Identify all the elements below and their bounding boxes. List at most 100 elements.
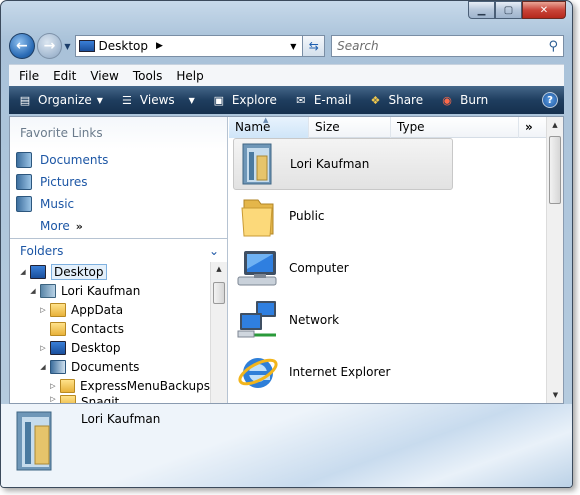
internet-explorer-icon [235,349,281,395]
address-bar[interactable]: Desktop ▶ ▼ [74,35,304,57]
burn-icon: ◉ [442,93,452,107]
tree-node-label: Desktop [71,340,121,355]
favorite-link-music[interactable]: Music [10,193,227,215]
expander-icon[interactable]: ▷ [48,382,58,390]
file-item[interactable]: Public [229,190,563,242]
share-button[interactable]: ❖ Share [367,93,424,107]
explore-icon: ▣ [213,93,225,107]
tree-node[interactable]: ▷ AppData [10,300,210,319]
expander-icon[interactable]: ▷ [38,344,48,352]
computer-icon [235,245,281,291]
menu-edit[interactable]: Edit [53,69,76,83]
tree-node[interactable]: ▷ Snagit [10,395,210,403]
recent-pages-dropdown-icon[interactable]: ▼ [64,42,70,51]
expander-icon[interactable]: ◢ [38,363,48,371]
folders-header[interactable]: Folders ⌄ [10,238,227,262]
favorite-link-more[interactable]: More » [10,215,227,237]
file-item[interactable]: Lori Kaufman [233,138,453,190]
desktop-icon [50,340,66,355]
maximize-button[interactable]: ▢ [495,1,522,19]
email-button[interactable]: ✉ E-mail [293,93,352,107]
column-header-size[interactable]: Size [309,116,391,138]
search-icon[interactable]: ⚲ [548,39,558,54]
refresh-button[interactable]: ⇆ [303,35,326,57]
file-item-label: Lori Kaufman [290,157,370,171]
views-button[interactable]: ☰ Views ▼ [119,93,195,107]
tree-node-label: AppData [71,302,124,317]
tree-node[interactable]: ◢ Lori Kaufman [10,281,210,300]
music-icon [16,196,32,212]
explore-label: Explore [231,93,277,107]
forward-button[interactable]: → [36,33,63,59]
scroll-down-icon[interactable]: ▼ [547,387,564,403]
favorite-link-label: Pictures [40,175,88,189]
scrollbar-thumb[interactable] [213,282,225,304]
file-item[interactable]: Internet Explorer [229,346,563,398]
favorite-link-pictures[interactable]: Pictures [10,171,227,193]
expander-icon[interactable]: ▷ [48,395,58,403]
expander-icon[interactable]: ▷ [38,306,48,314]
favorite-links-header: Favorite Links [10,117,227,149]
details-pane: Lori Kaufman [1,404,572,487]
search-input[interactable]: Search [337,39,379,53]
back-button[interactable]: ← [9,33,35,59]
folders-label: Folders [20,243,64,258]
organize-button[interactable]: ▤ Organize ▼ [17,93,103,107]
tree-node[interactable]: ▷ Desktop [10,338,210,357]
user-folder-icon [40,283,56,298]
chevron-down-icon: ⌄ [208,243,219,258]
file-list-pane: ▲ Name Size Type » Lori Kaufman Public C… [229,116,563,403]
menu-help[interactable]: Help [176,69,203,83]
favorite-link-label: More [40,219,70,233]
command-bar: ▤ Organize ▼ ☰ Views ▼ ▣ Explore ✉ E-mai… [9,86,564,114]
more-columns-button[interactable]: » [519,117,533,138]
column-header-name[interactable]: ▲ Name [229,116,309,138]
address-location[interactable]: Desktop [99,39,149,53]
menu-tools[interactable]: Tools [133,69,163,83]
favorite-link-label: Documents [40,153,109,167]
column-header-label: Size [315,120,340,134]
burn-button[interactable]: ◉ Burn [439,93,488,107]
minimize-button[interactable]: ▁ [468,1,495,19]
file-items: Lori Kaufman Public Computer Network Int… [229,138,563,398]
contacts-folder-icon [50,321,66,336]
caption-buttons: ▁ ▢ ✕ [468,1,566,19]
favorite-link-documents[interactable]: Documents [10,149,227,171]
explorer-window: ▁ ▢ ✕ ← → ▼ Desktop ▶ ▼ ⇆ Search ⚲ File … [0,0,573,488]
menu-bar: File Edit View Tools Help [9,64,564,86]
folder-tree-scrollbar[interactable]: ▲ [210,262,227,403]
email-icon: ✉ [296,93,306,107]
desktop-icon [78,40,95,52]
email-label: E-mail [313,93,352,107]
search-box[interactable]: Search ⚲ [331,35,564,57]
help-button[interactable]: ? [542,92,558,108]
close-button[interactable]: ✕ [522,1,566,19]
tree-node[interactable]: ◢ Desktop [10,262,210,281]
file-item[interactable]: Network [229,294,563,346]
file-item-label: Public [289,209,325,223]
tree-node[interactable]: Contacts [10,319,210,338]
tree-node-label: Desktop [51,263,107,280]
address-dropdown-icon[interactable]: ▼ [284,42,302,51]
breadcrumb-chevron-icon[interactable]: ▶ [156,41,163,51]
tree-node[interactable]: ▷ ExpressMenuBackups [10,376,210,395]
tree-node[interactable]: ◢ Documents [10,357,210,376]
tree-node-label: Snagit [81,395,120,403]
menu-view[interactable]: View [90,69,118,83]
expander-icon[interactable]: ◢ [28,287,38,295]
scroll-up-icon[interactable]: ▲ [547,117,563,133]
organize-icon: ▤ [19,93,31,107]
tree-node-label: ExpressMenuBackups [79,378,210,393]
double-chevron-right-icon: » [525,120,533,134]
menu-file[interactable]: File [19,69,39,83]
expander-icon[interactable]: ◢ [18,268,28,276]
scrollbar-thumb[interactable] [549,136,561,204]
scroll-up-icon[interactable]: ▲ [211,262,227,276]
column-header-type[interactable]: Type [391,116,519,138]
share-icon: ❖ [370,93,381,107]
views-label: Views [139,93,175,107]
file-list-scrollbar[interactable]: ▲ ▼ [546,117,563,403]
explore-button[interactable]: ▣ Explore [211,93,277,107]
share-label: Share [388,93,424,107]
file-item[interactable]: Computer [229,242,563,294]
